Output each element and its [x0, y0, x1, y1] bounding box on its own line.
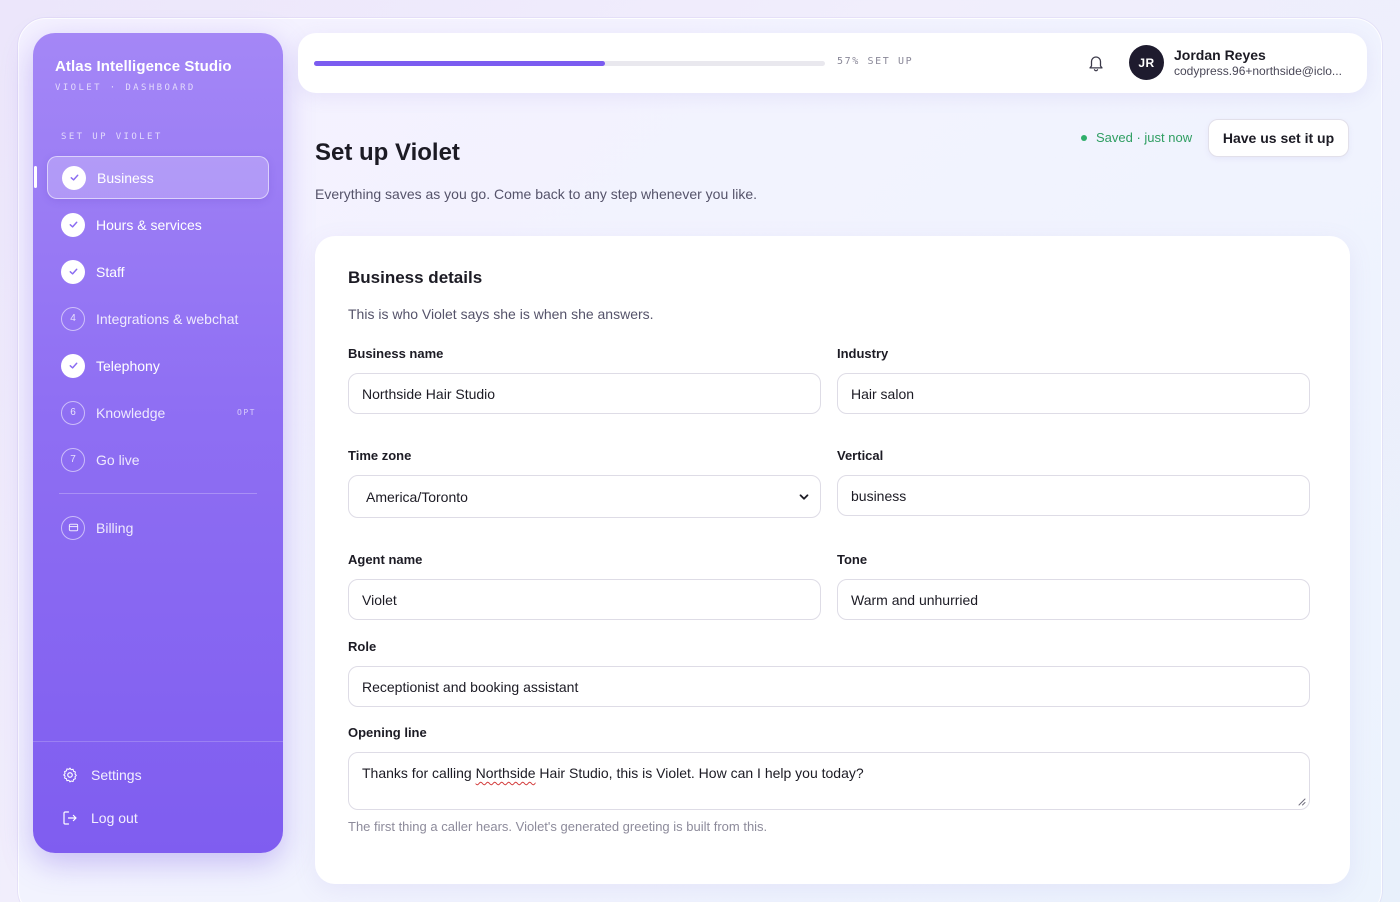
logout-link[interactable]: Log out: [61, 809, 138, 827]
step-number: 6: [61, 400, 85, 425]
sidebar-item-integrations-webchat[interactable]: 4 Integrations & webchat: [47, 297, 269, 340]
card-icon: [61, 515, 85, 540]
logout-icon: [63, 811, 77, 825]
page-subtitle: Everything saves as you go. Come back to…: [315, 186, 758, 202]
saved-status: Saved · just now: [1081, 130, 1192, 145]
sidebar-footer-divider: [33, 741, 283, 742]
opening-line-text-start: Thanks for calling: [362, 765, 476, 781]
sidebar-item-label: Hours & services: [96, 216, 202, 233]
time-zone-select[interactable]: America/Toronto: [348, 475, 821, 518]
spellcheck-flagged-word: Northside: [475, 765, 536, 781]
sidebar-item-label: Integrations & webchat: [96, 310, 239, 327]
status-dot: [1081, 134, 1087, 141]
setup-progress-bar: [314, 61, 825, 66]
step-number: 7: [61, 447, 85, 472]
industry-input[interactable]: [837, 373, 1310, 414]
business-details-card: Business details This is who Violet says…: [315, 236, 1350, 884]
sidebar: Atlas Intelligence Studio VIOLET · DASHB…: [33, 33, 283, 853]
check-icon: [62, 165, 86, 190]
opening-line-hint: The first thing a caller hears. Violet's…: [348, 819, 768, 834]
opening-line-text-end: Hair Studio, this is Violet. How can I h…: [535, 765, 864, 781]
brand-title: Atlas Intelligence Studio: [55, 58, 232, 75]
role-label: Role: [348, 639, 377, 654]
settings-link[interactable]: Settings: [61, 766, 142, 784]
sidebar-item-label: Telephony: [96, 357, 160, 374]
user-name: Jordan Reyes: [1174, 47, 1266, 63]
check-icon: [61, 212, 85, 237]
chevron-down-icon: [799, 493, 809, 500]
settings-label: Settings: [91, 767, 142, 783]
avatar[interactable]: JR: [1129, 45, 1164, 80]
user-email: codypress.96+northside@iclo...: [1174, 64, 1342, 78]
sidebar-item-hours-services[interactable]: Hours & services: [47, 203, 269, 246]
sidebar-item-billing[interactable]: Billing: [47, 506, 269, 549]
sidebar-item-knowledge[interactable]: 6 Knowledge OPT: [47, 391, 269, 434]
brand-subtitle: VIOLET · DASHBOARD: [55, 83, 196, 93]
sidebar-item-label: Billing: [96, 519, 134, 536]
card-subtitle: This is who Violet says she is when she …: [348, 306, 654, 322]
tone-label: Tone: [837, 552, 868, 567]
agent-name-input[interactable]: [348, 579, 821, 620]
brand: Atlas Intelligence Studio VIOLET · DASHB…: [55, 58, 232, 93]
bell-icon[interactable]: [1087, 53, 1105, 78]
active-indicator: [34, 166, 37, 188]
resize-grip-icon[interactable]: [1297, 797, 1306, 806]
sidebar-item-label: Knowledge: [96, 404, 166, 421]
check-icon: [61, 353, 85, 378]
vertical-input[interactable]: [837, 475, 1310, 516]
agent-name-label: Agent name: [348, 552, 423, 567]
business-name-input[interactable]: [348, 373, 821, 414]
industry-label: Industry: [837, 346, 889, 361]
sidebar-item-label: Go live: [96, 451, 140, 468]
role-input[interactable]: [348, 666, 1310, 707]
time-zone-value: America/Toronto: [366, 488, 468, 505]
optional-badge: OPT: [237, 408, 256, 417]
sidebar-divider: [59, 493, 257, 494]
card-title: Business details: [348, 268, 483, 287]
sidebar-item-label: Business: [97, 169, 154, 186]
page-title: Set up Violet: [315, 139, 460, 166]
top-bar: 57% SET UP JR Jordan Reyes codypress.96+…: [298, 33, 1367, 93]
step-number: 4: [61, 306, 85, 331]
sidebar-item-go-live[interactable]: 7 Go live: [47, 438, 269, 481]
setup-progress-fill: [314, 61, 606, 66]
business-name-label: Business name: [348, 346, 444, 361]
opening-line-label: Opening line: [348, 725, 427, 740]
opening-line-textarea[interactable]: Thanks for calling Northside Hair Studio…: [348, 752, 1310, 810]
have-us-set-it-up-button[interactable]: Have us set it up: [1208, 119, 1349, 157]
check-icon: [61, 259, 85, 284]
logout-label: Log out: [91, 810, 138, 826]
time-zone-label: Time zone: [348, 448, 412, 463]
gear-icon: [63, 767, 77, 783]
saved-status-text: Saved · just now: [1096, 130, 1193, 145]
sidebar-item-telephony[interactable]: Telephony: [47, 344, 269, 387]
setup-progress-text: 57% SET UP: [837, 56, 914, 67]
sidebar-item-label: Staff: [96, 263, 125, 280]
tone-input[interactable]: [837, 579, 1310, 620]
sidebar-item-business[interactable]: Business: [47, 156, 269, 199]
sidebar-section-label: SET UP VIOLET: [61, 132, 163, 142]
sidebar-item-staff[interactable]: Staff: [47, 250, 269, 293]
vertical-label: Vertical: [837, 448, 884, 463]
